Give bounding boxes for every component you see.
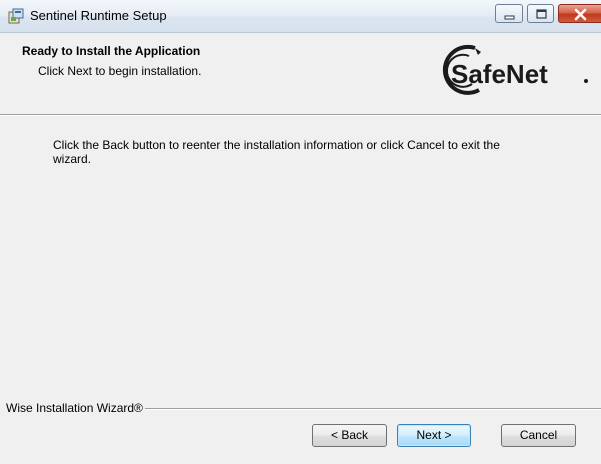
cancel-button[interactable]: Cancel	[501, 424, 576, 447]
footer-divider-highlight	[120, 409, 601, 410]
safenet-logo: SafeNet	[435, 40, 595, 102]
instruction-text: Click the Back button to reenter the ins…	[53, 138, 500, 166]
next-button[interactable]: Next >	[397, 424, 471, 447]
svg-text:SafeNet: SafeNet	[451, 59, 548, 89]
title-bar[interactable]: Sentinel Runtime Setup	[0, 0, 601, 33]
window-title: Sentinel Runtime Setup	[30, 8, 167, 23]
installer-icon	[8, 8, 24, 24]
minimize-button[interactable]	[495, 4, 523, 23]
close-button[interactable]	[558, 4, 601, 23]
setup-window: Sentinel Runtime Setup Ready to Install …	[0, 0, 601, 464]
maximize-icon	[536, 9, 547, 19]
back-button[interactable]: < Back	[312, 424, 387, 447]
wizard-brand-label: Wise Installation Wizard®	[6, 401, 145, 415]
maximize-button[interactable]	[527, 4, 554, 23]
step-title: Ready to Install the Application	[22, 44, 201, 58]
step-subtitle: Click Next to begin installation.	[38, 64, 202, 78]
minimize-icon	[504, 15, 515, 20]
close-icon	[574, 8, 587, 21]
wizard-header: Ready to Install the Application Click N…	[0, 33, 601, 114]
header-divider-highlight	[0, 115, 601, 116]
